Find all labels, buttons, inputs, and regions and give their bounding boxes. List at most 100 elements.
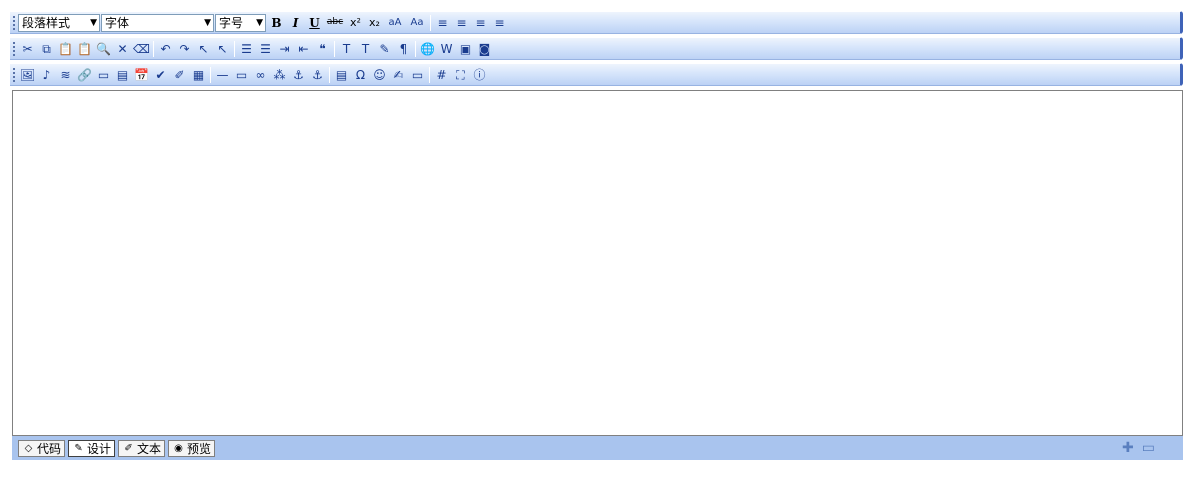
cut-icon[interactable]: ✂ <box>19 40 36 58</box>
mode-label: 文本 <box>137 441 162 456</box>
delete-icon[interactable]: ✕ <box>114 40 131 58</box>
size-controls: ✚ ▭ <box>1114 440 1155 456</box>
format-painter-icon[interactable]: ✎ <box>376 40 393 58</box>
toolbar-insert-buttons: 🖼 ♪ ≋ 🔗 ▭ ▤ 📅 ✔ ✐ ▦ — ▭ ∞ ⁂ ⚓ ⚓ ▤ Ω ☺ ✍ ▭ # ⛶ ⓘ <box>18 66 489 84</box>
subscript-icon[interactable]: x₂ <box>366 14 383 32</box>
superscript-icon[interactable]: x² <box>347 14 364 32</box>
strikethrough-icon[interactable]: abc <box>325 14 345 32</box>
align-center-icon[interactable]: ≡ <box>453 14 470 32</box>
template-icon[interactable]: ▦ <box>190 66 207 84</box>
ordered-list-icon[interactable]: ☰ <box>238 40 255 58</box>
mode-text-button[interactable]: ✐ 文本 <box>118 439 166 457</box>
date-icon[interactable]: 📅 <box>133 66 150 84</box>
toolbar-edit-buttons: ✂ ⧉ 📋 📋 🔍 ✕ ⌫ ↶ ↷ ↖ ↖ ☰ ☰ ⇥ ⇤ ❝ T T ✎ ¶ 🌐 W ▣ ◙ <box>18 40 494 58</box>
media-icon[interactable]: ♪ <box>38 66 55 84</box>
clean-word-icon[interactable]: W <box>438 40 455 58</box>
font-color-icon[interactable]: aA <box>385 14 405 32</box>
page-break-icon[interactable]: ▤ <box>333 66 350 84</box>
paste-text-icon[interactable]: 📋 <box>76 40 93 58</box>
undo-icon[interactable]: ↶ <box>157 40 174 58</box>
image-icon[interactable]: 🖼 <box>19 66 36 84</box>
paragraph-style-select[interactable]: 段落样式 ▼ <box>18 13 100 32</box>
mode-label: 设计 <box>87 441 112 456</box>
toolbar-separator <box>334 40 335 57</box>
frame-icon[interactable]: ▭ <box>95 66 112 84</box>
toolbar-separator <box>415 40 416 57</box>
font-size-select[interactable]: 字号 ▼ <box>215 13 266 32</box>
bookmark-icon[interactable]: ⚓ <box>290 66 307 84</box>
mode-preview-icon: ◉ <box>174 442 183 454</box>
dropdown-arrow-icon: ▼ <box>204 17 211 28</box>
spell-check-icon[interactable]: ✔ <box>152 66 169 84</box>
screenshot-icon[interactable]: ▭ <box>409 66 426 84</box>
toolbar-separator <box>234 40 235 57</box>
italic-icon[interactable]: I <box>287 14 304 32</box>
marker-icon[interactable]: ✐ <box>171 66 188 84</box>
highlight-icon[interactable]: Aa <box>407 14 427 32</box>
align-right-icon[interactable]: ≡ <box>472 14 489 32</box>
textbox-icon[interactable]: ▭ <box>233 66 250 84</box>
block-quote-icon[interactable]: ❝ <box>314 40 331 58</box>
paragraph-props-icon[interactable]: ¶ <box>395 40 412 58</box>
toolbar-edit: ✂ ⧉ 📋 📋 🔍 ✕ ⌫ ↶ ↷ ↖ ↖ ☰ ☰ ⇥ ⇤ ❝ T T ✎ ¶ 🌐 W ▣ ◙ <box>10 37 1183 60</box>
flash-insert-icon[interactable]: ◙ <box>476 40 493 58</box>
editor-content-area[interactable] <box>12 90 1183 436</box>
text-color-icon[interactable]: T <box>338 40 355 58</box>
mode-code-button[interactable]: ◇ 代码 <box>18 439 66 457</box>
bg-color-icon[interactable]: T <box>357 40 374 58</box>
toolbar-format-buttons: B I Uabc x² x₂ aA Aa ≡ ≡ ≡ ≡ <box>267 14 509 32</box>
mode-text-icon: ✐ <box>124 442 133 454</box>
unordered-list-icon[interactable]: ☰ <box>257 40 274 58</box>
align-justify-icon[interactable]: ≡ <box>491 14 508 32</box>
signature-icon[interactable]: ✍ <box>390 66 407 84</box>
table-icon[interactable]: # <box>433 66 450 84</box>
mode-preview-button[interactable]: ◉ 预览 <box>168 439 216 457</box>
indent-icon[interactable]: ⇥ <box>276 40 293 58</box>
web-globe-icon[interactable]: 🌐 <box>419 40 436 58</box>
link-icon[interactable]: ∞ <box>252 66 269 84</box>
image-insert-icon[interactable]: ▣ <box>457 40 474 58</box>
select-all-icon[interactable]: ↖ <box>195 40 212 58</box>
copy-icon[interactable]: ⧉ <box>38 40 55 58</box>
unlink-icon[interactable]: ⁂ <box>271 66 288 84</box>
form-icon[interactable]: ▤ <box>114 66 131 84</box>
mode-label: 代码 <box>37 441 62 456</box>
mode-buttons: ◇ 代码 ✎ 设计 ✐ 文本 ◉ 预览 <box>18 439 218 457</box>
toolbar-separator <box>329 66 330 83</box>
anchor-icon[interactable]: ⚓ <box>309 66 326 84</box>
find-icon[interactable]: 🔍 <box>95 40 112 58</box>
html-editor: 段落样式 ▼ 字体 ▼ 字号 ▼ B I Uabc x² x₂ aA Aa ≡ ≡ ≡ ≡ ✂ ⧉ 📋 📋 🔍 ✕ ⌫… <box>10 10 1183 462</box>
enlarge-icon[interactable]: ✚ <box>1122 440 1134 456</box>
toolbar-separator <box>210 66 211 83</box>
dropdown-arrow-icon: ▼ <box>90 17 97 28</box>
toolbar-format: 段落样式 ▼ 字体 ▼ 字号 ▼ B I Uabc x² x₂ aA Aa ≡ ≡ ≡ ≡ <box>10 11 1183 34</box>
toolbar-grip-icon[interactable] <box>11 67 16 82</box>
editor-mode-bar: ◇ 代码 ✎ 设计 ✐ 文本 ◉ 预览 ✚ ▭ <box>12 436 1183 460</box>
toolbar-separator <box>429 66 430 83</box>
toolbar-separator <box>430 14 431 31</box>
outdent-icon[interactable]: ⇤ <box>295 40 312 58</box>
redo-icon[interactable]: ↷ <box>176 40 193 58</box>
font-family-select[interactable]: 字体 ▼ <box>101 13 214 32</box>
attachment-icon[interactable]: 🔗 <box>76 66 93 84</box>
deselect-icon[interactable]: ↖ <box>214 40 231 58</box>
align-left-icon[interactable]: ≡ <box>434 14 451 32</box>
mode-code-icon: ◇ <box>24 442 33 454</box>
special-char-icon[interactable]: Ω <box>352 66 369 84</box>
about-icon[interactable]: ⓘ <box>471 66 488 84</box>
fullscreen-icon[interactable]: ⛶ <box>452 66 469 84</box>
toolbar-insert: 🖼 ♪ ≋ 🔗 ▭ ▤ 📅 ✔ ✐ ▦ — ▭ ∞ ⁂ ⚓ ⚓ ▤ Ω ☺ ✍ ▭ # ⛶ ⓘ <box>10 63 1183 86</box>
eraser-icon[interactable]: ⌫ <box>133 40 150 58</box>
bold-icon[interactable]: B <box>268 14 285 32</box>
mode-design-icon: ✎ <box>74 442 83 454</box>
mode-design-button[interactable]: ✎ 设计 <box>68 439 116 457</box>
toolbar-grip-icon[interactable] <box>11 15 16 30</box>
toolbar-separator <box>153 40 154 57</box>
horizontal-rule-icon[interactable]: — <box>214 66 231 84</box>
emoticon-icon[interactable]: ☺ <box>371 66 388 84</box>
shrink-icon[interactable]: ▭ <box>1142 440 1155 456</box>
paste-icon[interactable]: 📋 <box>57 40 74 58</box>
toolbar-grip-icon[interactable] <box>11 41 16 56</box>
underline-icon[interactable]: U <box>306 14 323 32</box>
flash-icon[interactable]: ≋ <box>57 66 74 84</box>
